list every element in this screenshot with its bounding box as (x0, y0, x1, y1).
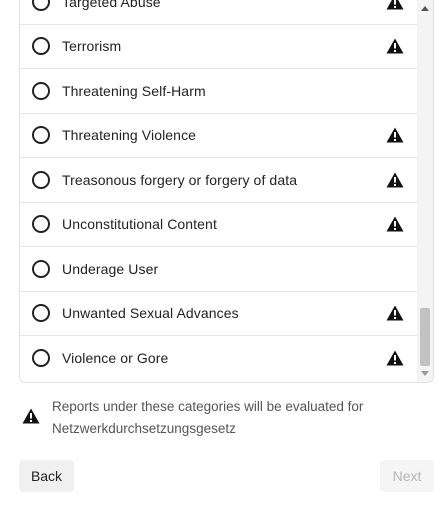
radio-button[interactable] (32, 349, 50, 368)
category-option[interactable]: Threatening Self-Harm (20, 69, 419, 114)
warning-icon (386, 216, 404, 232)
scrollbar-thumb[interactable] (420, 308, 430, 366)
category-option[interactable]: Violence or Gore (20, 336, 419, 381)
radio-button[interactable] (32, 126, 50, 145)
category-label: Threatening Self-Harm (62, 82, 206, 99)
warning-icon (386, 350, 404, 366)
radio-button[interactable] (32, 215, 50, 234)
radio-button[interactable] (32, 37, 50, 56)
category-option[interactable]: Targeted Abuse (20, 0, 419, 25)
category-list: Targeted Abuse Terrorism Threatening Self-… (19, 0, 434, 383)
category-label: Violence or Gore (62, 350, 169, 367)
category-label: Unwanted Sexual Advances (62, 305, 239, 322)
warning-icon (386, 127, 404, 143)
radio-button[interactable] (32, 0, 50, 11)
notice-text: Reports under these categories will be e… (52, 399, 364, 436)
back-button[interactable]: Back (19, 460, 74, 492)
category-option[interactable]: Unwanted Sexual Advances (20, 292, 419, 336)
scrollbar[interactable] (417, 0, 433, 382)
category-option[interactable]: Unconstitutional Content (20, 203, 419, 247)
category-label: Threatening Violence (62, 127, 197, 144)
category-list-items: Targeted Abuse Terrorism Threatening Self-… (20, 0, 419, 381)
warning-icon (386, 305, 404, 321)
radio-button[interactable] (32, 259, 50, 278)
warning-icon (22, 408, 40, 424)
warning-icon (386, 38, 404, 54)
category-label: Targeted Abuse (62, 0, 161, 10)
category-option[interactable]: Treasonous forgery or forgery of data (20, 158, 419, 203)
category-label: Unconstitutional Content (62, 216, 217, 233)
category-label: Terrorism (62, 38, 122, 55)
scroll-down-icon[interactable] (421, 371, 429, 376)
category-option[interactable]: Threatening Violence (20, 114, 419, 158)
warning-icon (386, 172, 404, 188)
radio-button[interactable] (32, 304, 50, 323)
category-option[interactable]: Underage User (20, 247, 419, 292)
radio-button[interactable] (32, 81, 50, 100)
category-option[interactable]: Terrorism (20, 25, 419, 69)
scroll-up-icon[interactable] (421, 6, 429, 11)
warning-icon (386, 0, 404, 10)
category-label: Treasonous forgery or forgery of data (62, 171, 298, 188)
next-button[interactable]: Next (380, 460, 434, 492)
category-label: Underage User (62, 260, 159, 277)
radio-button[interactable] (32, 170, 50, 189)
